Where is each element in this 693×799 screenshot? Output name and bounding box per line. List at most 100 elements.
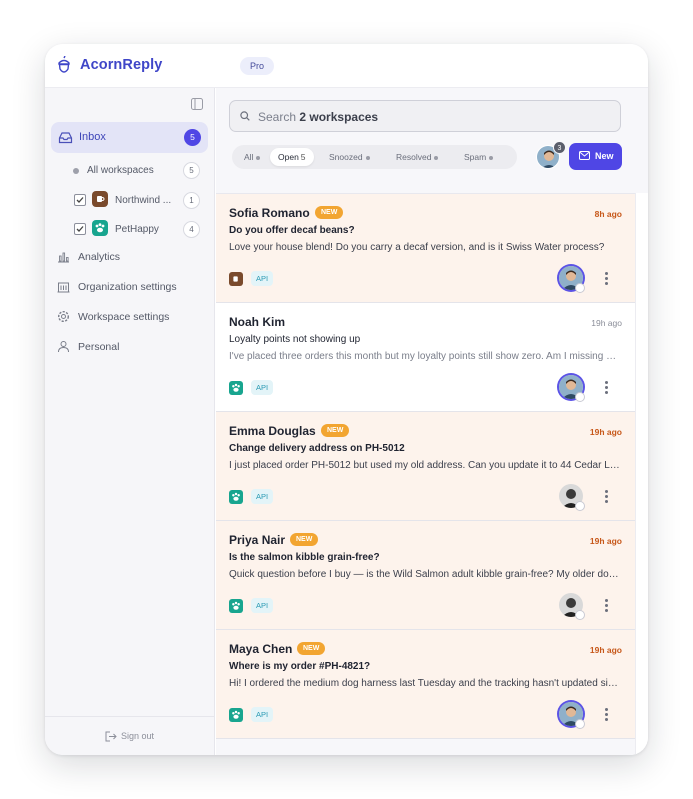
tab-all[interactable]: All — [236, 148, 268, 166]
customer-name: Noah Kim — [229, 315, 286, 329]
collapse-sidebar-icon[interactable] — [191, 98, 203, 110]
workspace-checkbox[interactable] — [74, 223, 86, 235]
more-options-icon[interactable] — [605, 708, 609, 722]
chevron-down-icon[interactable] — [575, 283, 585, 293]
conversation-subject: Change delivery address on PH-5012 — [229, 443, 405, 454]
workspace-filter-pethappy[interactable]: PetHappy 4 — [65, 218, 207, 242]
conversation-item[interactable]: Emma Douglas NEW 19h ago Change delivery… — [216, 412, 635, 521]
sidebar-item-label: Inbox — [79, 131, 106, 143]
tab-open[interactable]: Open 5 — [270, 148, 314, 166]
customer-name: Maya Chen — [229, 642, 293, 656]
paw-icon — [229, 490, 243, 504]
message-preview: Love your house blend! Do you carry a de… — [229, 242, 605, 253]
plan-badge: Pro — [240, 57, 275, 75]
sign-out-icon — [105, 731, 117, 742]
conversation-item[interactable]: Priya Nair NEW 19h ago Is the salmon kib… — [216, 521, 635, 630]
checkmark-icon — [76, 226, 84, 232]
message-preview: Quick question before I buy — is the Wil… — [229, 569, 621, 580]
conversation-item[interactable]: Sofia Romano NEW 8h ago Do you offer dec… — [216, 194, 635, 303]
tab-snoozed[interactable]: Snoozed — [321, 148, 378, 166]
timestamp: 19h ago — [589, 427, 622, 437]
sidebar-item-workspace-settings[interactable]: Workspace settings — [57, 307, 207, 327]
channel-badge: API — [251, 489, 274, 504]
search-placeholder: Search 2 workspaces — [258, 110, 379, 124]
inbox-icon — [58, 132, 73, 144]
new-badge: NEW — [321, 424, 350, 437]
app-logo-text: AcornReply — [80, 57, 163, 73]
sign-out-button[interactable]: Sign out — [45, 716, 215, 755]
workspace-filter-northwind[interactable]: Northwind ... 1 — [65, 189, 207, 213]
sidebar-item-organization-settings[interactable]: Organization settings — [57, 277, 207, 297]
timestamp: 8h ago — [594, 209, 622, 219]
checkmark-icon — [76, 197, 84, 203]
customer-name: Emma Douglas — [229, 424, 316, 438]
conversation-subject: Where is my order #PH-4821? — [229, 661, 371, 672]
scrollbar[interactable] — [635, 193, 648, 755]
mail-icon — [579, 151, 590, 160]
coffee-cup-icon — [92, 191, 108, 207]
new-conversation-button[interactable]: New — [569, 143, 622, 170]
bar-chart-icon — [58, 252, 69, 263]
new-badge: NEW — [297, 642, 326, 655]
conversation-item[interactable]: Maya Chen NEW 19h ago Where is my order … — [216, 630, 635, 739]
workspace-label: All workspaces — [87, 165, 154, 176]
workspace-label: PetHappy — [115, 224, 159, 235]
more-options-icon[interactable] — [605, 599, 609, 613]
user-icon — [58, 341, 69, 353]
conversation-subject: Loyalty points not showing up — [229, 334, 361, 345]
conversation-list: Sofia Romano NEW 8h ago Do you offer dec… — [216, 193, 635, 755]
conversation-subject: Is the salmon kibble grain-free? — [229, 552, 380, 563]
app-window: AcornReply Pro Inbox 5 All workspaces 5 — [45, 44, 648, 755]
conversation-subject: Do you offer decaf beans? — [229, 225, 355, 236]
sidebar-item-label: Organization settings — [78, 281, 177, 293]
sign-out-label: Sign out — [121, 731, 155, 741]
sidebar-item-personal[interactable]: Personal — [57, 337, 207, 357]
paw-icon — [229, 708, 243, 722]
conversation-item[interactable]: Noah Kim 19h ago Loyalty points not show… — [216, 303, 635, 412]
channel-badge: API — [251, 271, 274, 286]
timestamp: 19h ago — [591, 318, 622, 328]
workspace-count: 4 — [183, 221, 200, 238]
sidebar-item-label: Analytics — [78, 251, 121, 263]
message-preview: I just placed order PH-5012 but used my … — [229, 460, 621, 471]
search-input[interactable]: Search 2 workspaces — [229, 100, 621, 132]
inbox-count-badge: 5 — [184, 129, 201, 146]
workspace-count: 1 — [183, 192, 200, 209]
sidebar-item-label: Workspace settings — [78, 311, 170, 323]
timestamp: 19h ago — [589, 645, 622, 655]
workspace-checkbox[interactable] — [74, 194, 86, 206]
more-options-icon[interactable] — [605, 490, 609, 504]
coffee-cup-icon — [229, 272, 243, 286]
more-options-icon[interactable] — [605, 272, 609, 286]
sidebar-item-inbox[interactable]: Inbox 5 — [51, 122, 208, 153]
tab-spam[interactable]: Spam — [456, 148, 501, 166]
chevron-down-icon[interactable] — [575, 610, 585, 620]
sidebar: Inbox 5 All workspaces 5 Northwind ... 1 — [45, 88, 215, 755]
top-bar: AcornReply Pro — [45, 44, 648, 88]
timestamp: 19h ago — [589, 536, 622, 546]
workspace-filter-all[interactable]: All workspaces 5 — [65, 159, 207, 183]
tab-resolved[interactable]: Resolved — [388, 148, 446, 166]
more-options-icon[interactable] — [605, 381, 609, 395]
sidebar-item-analytics[interactable]: Analytics — [57, 247, 207, 267]
chevron-down-icon[interactable] — [575, 501, 585, 511]
chevron-down-icon[interactable] — [575, 392, 585, 402]
new-button-label: New — [595, 151, 614, 161]
workspace-label: Northwind ... — [115, 195, 172, 206]
channel-badge: API — [251, 380, 274, 395]
channel-badge: API — [251, 707, 274, 722]
new-badge: NEW — [315, 206, 344, 219]
message-preview: I've placed three orders this month but … — [229, 351, 621, 362]
search-icon — [240, 111, 250, 121]
gear-icon — [57, 310, 70, 323]
new-badge: NEW — [290, 533, 319, 546]
chevron-down-icon[interactable] — [575, 719, 585, 729]
building-icon — [57, 282, 70, 293]
paw-icon — [229, 599, 243, 613]
agents-count-badge: 3 — [553, 141, 566, 154]
main-panel: Search 2 workspaces All Open 5 Snoozed Re… — [216, 88, 648, 755]
message-preview: Hi! I ordered the medium dog harness las… — [229, 678, 621, 689]
sidebar-item-label: Personal — [78, 341, 120, 353]
customer-name: Priya Nair — [229, 533, 286, 547]
channel-badge: API — [251, 598, 274, 613]
